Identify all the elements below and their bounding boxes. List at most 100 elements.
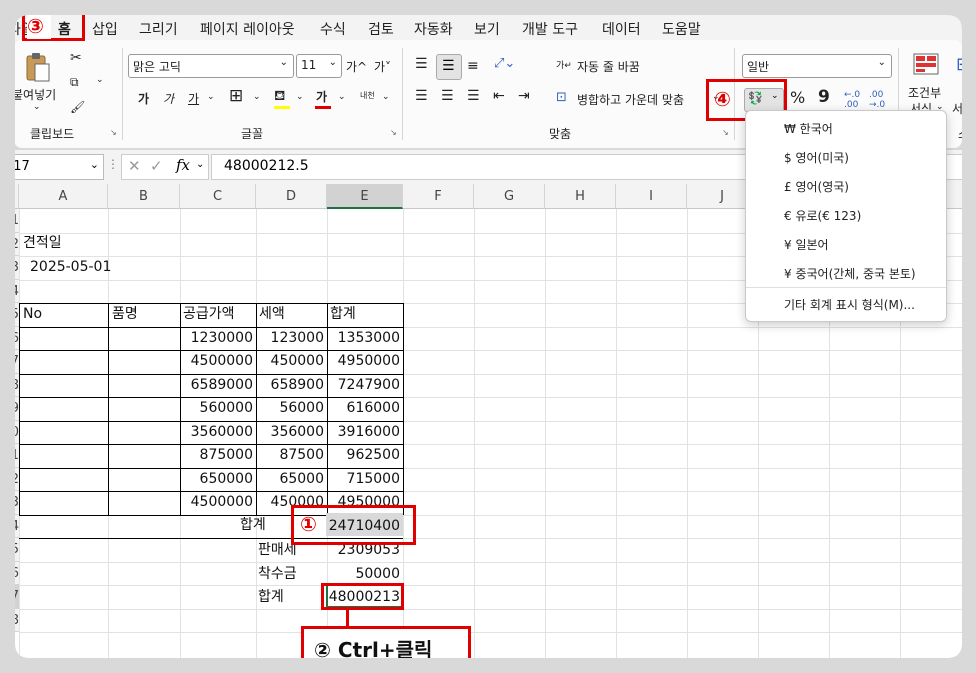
merge-icon[interactable]: ⊡ [556,90,567,105]
orientation-icon[interactable]: ⤢⌄ [494,56,515,71]
copy-chevron-icon[interactable]: ⌄ [96,75,104,85]
paste-chevron-icon[interactable]: ⌄ [33,102,41,112]
row-header[interactable]: 4 [0,279,19,303]
insert-function-button[interactable]: fx [176,156,190,174]
paste-icon[interactable] [25,52,51,82]
fill-chevron-icon[interactable]: ⌄ [296,92,304,102]
underline-button[interactable]: 가 [188,90,199,107]
row-header[interactable]: 0 [0,420,19,444]
cut-icon[interactable]: ✂ [70,50,82,66]
table-cell[interactable]: 4500000 [180,491,253,513]
row-header[interactable]: 8 [0,608,19,632]
tab-insert[interactable]: 삽입 [92,19,118,39]
increase-decimal-icon[interactable]: ←.0.00 [844,90,860,110]
tab-automate[interactable]: 자동화 [414,19,453,39]
merge-center-button[interactable]: 병합하고 가운데 맞춤 [577,91,684,108]
table-cell[interactable]: 1230000 [180,327,253,349]
alignment-launcher-icon[interactable]: ↘ [722,128,729,137]
menu-item-more-accounting[interactable]: 기타 회계 표시 형식(M)... [784,296,915,313]
clipboard-launcher-icon[interactable]: ↘ [110,128,117,137]
name-box[interactable]: E17 ⌄ [2,154,104,180]
column-header[interactable]: C [180,184,256,209]
table-cell[interactable]: 356000 [256,421,324,443]
comma-button[interactable]: 9 [818,87,830,107]
align-left-icon[interactable]: ☰ [415,88,428,104]
column-header[interactable]: G [474,184,545,209]
row-header[interactable]: 7 [0,350,19,374]
phonetic-chevron-icon[interactable]: ⌄ [382,92,390,102]
italic-button[interactable]: 가 [163,90,174,107]
cancel-icon[interactable]: ✕ [128,157,141,175]
cell-A2[interactable]: 견적일 [23,232,62,254]
align-bottom-icon[interactable]: ≡ [467,58,479,74]
deposit-label[interactable]: 착수금 [258,563,297,585]
number-format-select[interactable]: 일반 ⌄ [742,54,892,78]
font-color-chevron-icon[interactable]: ⌄ [338,92,346,102]
bold-button[interactable]: 가 [138,90,149,107]
menu-item-euro[interactable]: € 유로(€ 123) [784,207,861,224]
align-top-icon[interactable]: ☰ [415,56,428,72]
table-cell[interactable]: 715000 [327,468,400,490]
menu-item-japanese[interactable]: ¥ 일본어 [784,236,829,253]
tab-page-layout[interactable]: 페이지 레이아웃 [200,19,295,39]
paste-button-label[interactable]: 붙여넣기 [12,86,56,103]
increase-indent-icon[interactable]: ⇥ [518,88,530,104]
font-launcher-icon[interactable]: ↘ [390,128,397,137]
wrap-text-icon[interactable]: 가↵ [556,58,572,71]
tab-data[interactable]: 데이터 [602,19,641,39]
copy-icon[interactable]: ⧉ [70,75,79,90]
sum-label[interactable]: 합계 [240,514,266,536]
table-cell[interactable]: 87500 [256,444,324,466]
table-format-label-2[interactable]: 서식 [952,100,974,117]
align-middle-button[interactable]: ☰ [436,54,462,80]
deposit-value[interactable]: 50000 [326,563,400,585]
decrease-decimal-icon[interactable]: .00 →.0 [869,90,885,110]
header-total[interactable]: 합계 [330,303,356,325]
column-header-selected[interactable]: E [327,184,403,209]
header-supply[interactable]: 공급가액 [183,303,235,325]
format-painter-icon[interactable]: 🖌 [70,100,85,114]
tab-help[interactable]: 도움말 [662,19,701,39]
menu-item-english-uk[interactable]: £ 영어(영국) [784,178,849,195]
tab-formulas[interactable]: 수식 [320,19,346,39]
grow-font-button[interactable]: 가^ [346,58,367,75]
column-header[interactable]: D [256,184,327,209]
row-header[interactable]: 5 [0,538,19,562]
tab-draw[interactable]: 그리기 [139,19,178,39]
table-cell[interactable]: 4950000 [327,350,400,372]
row-header[interactable]: 2 [0,467,19,491]
table-cell[interactable]: 962500 [327,444,400,466]
table-cell[interactable]: 1353000 [327,327,400,349]
column-header[interactable]: A [19,184,108,209]
table-format-label[interactable]: 표 [964,84,975,101]
tab-review[interactable]: 검토 [368,19,394,39]
table-cell[interactable]: 3916000 [327,421,400,443]
align-right-icon[interactable]: ☰ [467,88,480,104]
conditional-format-label[interactable]: 조건부 [908,84,941,101]
align-center-icon[interactable]: ☰ [441,88,454,104]
select-all-corner[interactable] [0,184,19,209]
table-cell[interactable]: 7247900 [327,374,400,396]
table-cell[interactable]: 650000 [180,468,253,490]
border-icon[interactable]: ⊞ [229,86,243,106]
row-header[interactable]: 5 [0,303,19,327]
row-header[interactable]: 8 [0,373,19,397]
header-no[interactable]: No [23,303,42,325]
tab-developer[interactable]: 개발 도구 [522,19,578,39]
menu-item-english-us[interactable]: $ 영어(미국) [784,149,849,166]
column-header[interactable]: B [108,184,180,209]
row-header[interactable]: 1 [0,444,19,468]
border-chevron-icon[interactable]: ⌄ [253,92,261,102]
row-header[interactable]: 9 [0,397,19,421]
header-item[interactable]: 품명 [112,303,138,325]
table-cell[interactable]: 875000 [180,444,253,466]
row-header[interactable]: 3 [0,256,19,280]
percent-button[interactable]: % [790,88,805,107]
more-options-icon[interactable]: ⋮ [107,157,119,171]
row-header[interactable]: 7 [0,585,19,609]
font-name-select[interactable]: 맑은 고딕 ⌄ [128,54,294,78]
column-header[interactable]: F [403,184,474,209]
table-cell[interactable]: 616000 [327,397,400,419]
font-color-button[interactable]: 가 [316,88,327,105]
table-cell[interactable]: 658900 [256,374,324,396]
